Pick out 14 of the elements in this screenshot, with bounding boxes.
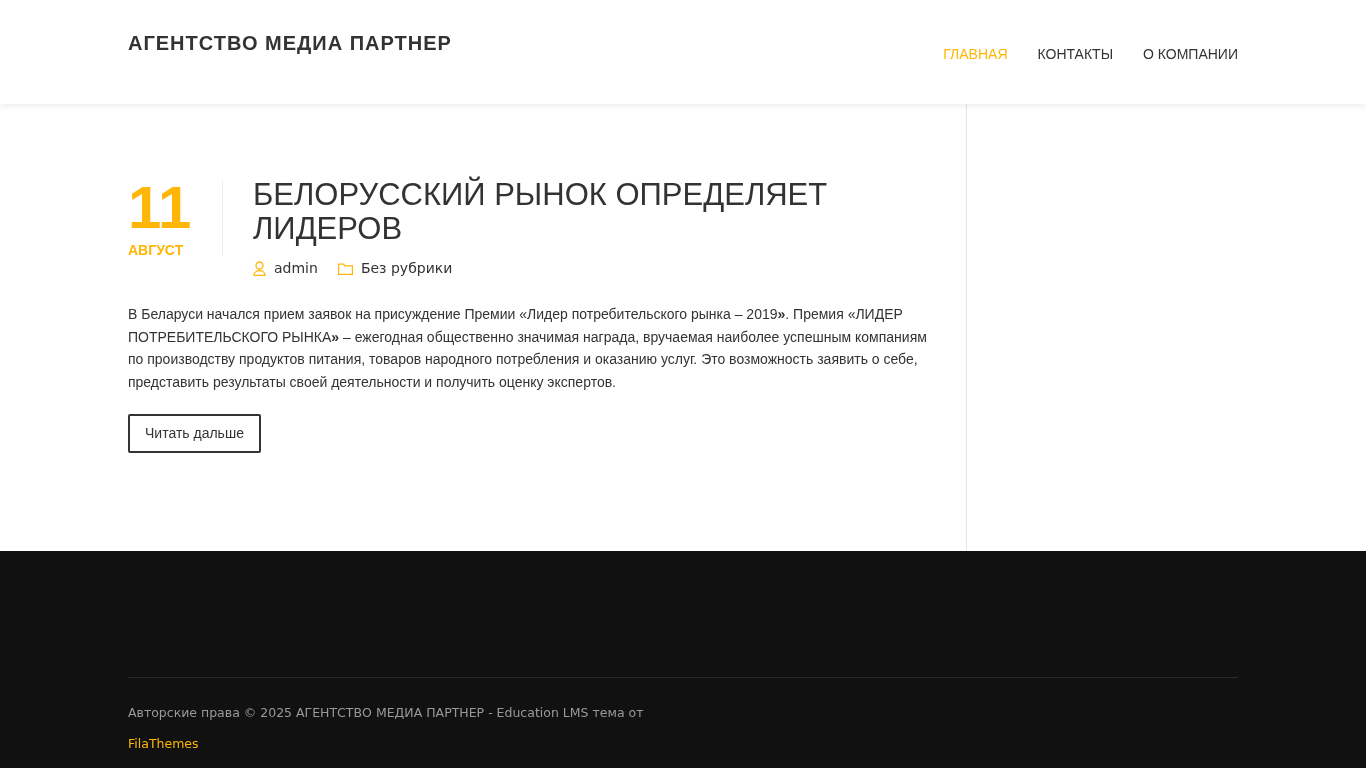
copyright-text: Авторские права © 2025 АГЕНТСТВО МЕДИА ПАРТНЕР - Education LMS тема от [128, 704, 645, 722]
post-day: 11 [128, 180, 222, 236]
post-category[interactable]: Без рубрики [360, 258, 453, 279]
post-author[interactable]: admin [274, 258, 318, 279]
folder-icon [337, 262, 353, 275]
post-month: АВГУСТ [128, 241, 185, 260]
site-title[interactable]: АГЕНТСТВО МЕДИА ПАРТНЕР [128, 28, 452, 58]
nav-link[interactable]: О КОМПАНИИ [1143, 44, 1238, 65]
user-icon [253, 261, 266, 276]
theme-link[interactable]: FilaThemes [128, 734, 199, 754]
post-excerpt: В Беларуси начался прием заявок на присуждение Премии «Лидер потребительского рынка – 2019». Премия «ЛИДЕР ПОТРЕБИТЕЛЬСКОГО РЫНКА» – ежегодная общественно значимая награда, вручаемая наиболее успешным компаниям по производству продуктов питания, товаров народного потребления и оказанию услуг. Это возможность заявить о себе, представить результаты своей деятельности и получить оценку экспертов. [128, 305, 928, 392]
nav-link[interactable]: КОНТАКТЫ [1037, 44, 1114, 65]
post-title[interactable]: БЕЛОРУССКИЙ РЫНОК ОПРЕДЕЛЯЕТ ЛИДЕРОВ [253, 178, 843, 246]
read-more-button[interactable]: Читать дальше [128, 414, 261, 453]
